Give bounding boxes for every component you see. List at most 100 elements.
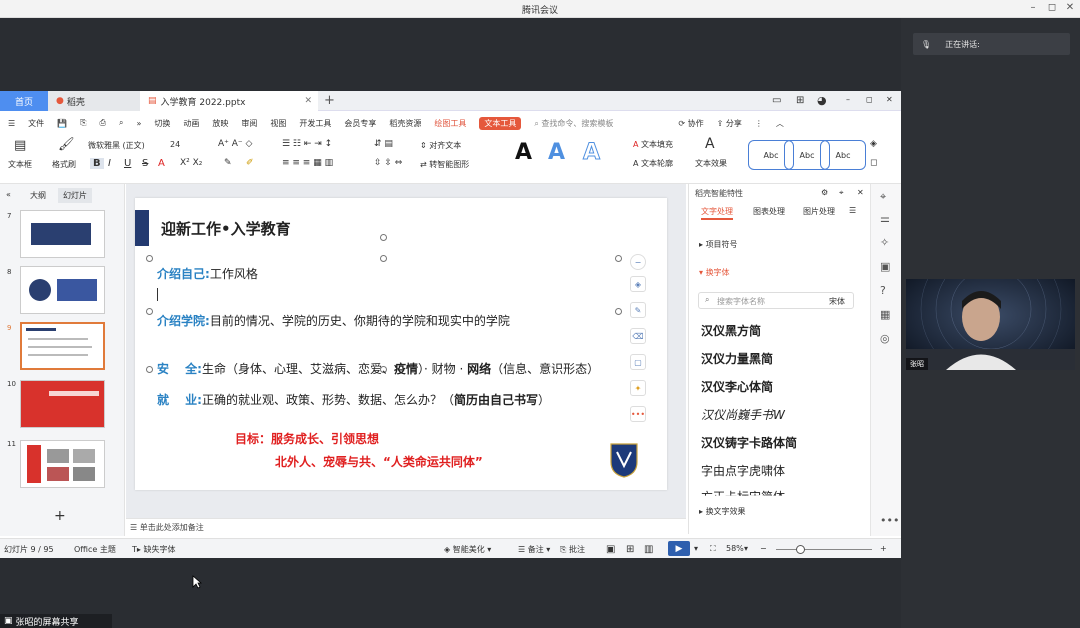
menu-slideshow[interactable]: 放映 <box>212 118 228 129</box>
participant-video[interactable]: 张昭 <box>906 279 1075 370</box>
tab-home[interactable]: 首页 <box>0 91 48 111</box>
sidebar-sliders-icon[interactable]: ⚌ <box>880 212 890 225</box>
pane-menu-icon[interactable]: ☰ <box>849 206 856 215</box>
minimize-icon[interactable]: – <box>1026 2 1040 13</box>
resize-handle[interactable] <box>146 366 153 373</box>
wps-restore-icon[interactable]: ◻ <box>866 95 873 104</box>
resize-handle[interactable] <box>146 308 153 315</box>
highlight-icon[interactable]: ✎ <box>224 158 232 168</box>
align-text-button[interactable]: ⇕ 对齐文本 <box>420 140 461 151</box>
menu-member[interactable]: 会员专享 <box>344 118 376 129</box>
bold-button[interactable]: B <box>90 158 104 169</box>
eraser-icon[interactable]: ⌫ <box>630 328 646 344</box>
grow-font-icon[interactable]: A⁺ A⁻ ◇ <box>218 139 252 149</box>
save-icon[interactable]: 💾 <box>57 119 67 128</box>
current-slide[interactable]: 迎新工作•入学教育 介绍自己:工作风格 介绍学院:目前的情况、学院的历史、你期待… <box>135 198 667 490</box>
preview-icon[interactable]: ⌕ <box>119 118 123 128</box>
spacing-icons[interactable]: ⇳ ⇳ ⇔ <box>374 158 402 168</box>
pane-pin-icon[interactable]: ⌖ <box>839 188 844 198</box>
text-effect-section[interactable]: ▸ 换文字效果 <box>699 506 746 517</box>
collapse-icon[interactable]: « <box>6 190 11 199</box>
slide-thumbnail[interactable] <box>20 380 105 428</box>
text-highlight-icon[interactable]: ✐ <box>246 158 254 168</box>
font-size-select[interactable]: 24 <box>170 140 180 149</box>
resize-handle[interactable] <box>615 255 622 262</box>
pen-icon[interactable]: ✎ <box>630 302 646 318</box>
zoom-level[interactable]: 58% <box>726 544 744 553</box>
resize-handle[interactable] <box>380 255 387 262</box>
zoom-slider[interactable] <box>776 549 872 550</box>
resize-handle[interactable] <box>615 308 622 315</box>
font-name-select[interactable]: 微软雅黑 (正文) <box>88 140 158 151</box>
new-tab-button[interactable]: + <box>324 93 335 108</box>
replace-font-section[interactable]: ▾ 换字体 <box>699 267 730 278</box>
tab-chart-processing[interactable]: 图表处理 <box>753 206 785 217</box>
slide-thumbnail[interactable] <box>20 440 105 488</box>
sidebar-help-icon[interactable]: ? <box>880 284 886 297</box>
sidebar-location-icon[interactable]: ◎ <box>880 332 890 345</box>
export-icon[interactable]: ⎘ <box>80 118 86 128</box>
avatar[interactable]: ◕ <box>817 94 827 107</box>
list-icons[interactable]: ☰ ☷ ⇤ ⇥ ↕ <box>282 139 332 149</box>
sorter-view-icon[interactable]: ⊞ <box>626 544 634 555</box>
more-options-icon[interactable]: ⋮ <box>755 119 763 128</box>
font-option[interactable]: 汉仪黑方简 <box>701 322 761 339</box>
print-icon[interactable]: ⎙ <box>100 118 106 128</box>
close-icon[interactable]: ✕ <box>1063 2 1077 13</box>
sidebar-magic-icon[interactable]: ✧ <box>880 236 889 249</box>
missing-font-button[interactable]: T▸ 缺失字体 <box>132 544 175 555</box>
slide-thumbnail[interactable] <box>20 210 105 258</box>
maximize-icon[interactable]: ◻ <box>1045 2 1059 13</box>
superscript-button[interactable]: X² X₂ <box>180 158 202 168</box>
reading-view-icon[interactable]: ▥ <box>644 544 653 555</box>
menu-file[interactable]: 文件 <box>28 118 44 129</box>
sidebar-more-icon[interactable]: ••• <box>880 514 899 527</box>
fill-icon[interactable]: ◈ <box>870 139 877 149</box>
format-painter-button[interactable]: 格式刷 <box>52 159 76 170</box>
font-option[interactable]: 汉仪力量黑简 <box>701 350 773 367</box>
text-direction-icon[interactable]: ⇵ ▤ <box>374 139 393 149</box>
wps-minimize-icon[interactable]: – <box>846 95 850 104</box>
textbox-icon[interactable]: ▤ <box>14 138 26 153</box>
zoom-in-button[interactable]: + <box>880 544 887 553</box>
sidebar-layout-icon[interactable]: ▦ <box>880 308 890 321</box>
comments-button[interactable]: ⎘ 批注 <box>560 544 585 555</box>
tab-slides[interactable]: 幻灯片 <box>58 188 92 203</box>
underline-button[interactable]: U <box>124 158 131 169</box>
font-option[interactable]: 方正卡标宋简体 <box>701 488 785 496</box>
menu-drawing-tools[interactable]: 绘图工具 <box>434 118 466 129</box>
normal-view-icon[interactable]: ▣ <box>606 544 615 555</box>
smart-shape-button[interactable]: ⇄ 转智能图形 <box>420 159 469 170</box>
pane-settings-icon[interactable]: ⚙ <box>821 188 828 197</box>
menu-daoke-resources[interactable]: 稻壳资源 <box>389 118 421 129</box>
font-option[interactable]: 字由点字虎啸体 <box>701 462 785 479</box>
apps-grid-icon[interactable]: ⊞ <box>796 95 804 106</box>
bullet-section[interactable]: ▸ 项目符号 <box>699 239 738 250</box>
layers-icon[interactable]: ◈ <box>630 276 646 292</box>
zoom-slider-thumb[interactable] <box>796 545 805 554</box>
text-outline-button[interactable]: A 文本轮廓 <box>633 158 673 169</box>
menu-view[interactable]: 视图 <box>270 118 286 129</box>
lightbulb-icon[interactable]: ✦ <box>630 380 646 396</box>
notes-button[interactable]: ☰ 备注 ▾ <box>518 544 550 555</box>
share-button[interactable]: ⇪ 分享 <box>717 118 742 129</box>
outline-icon[interactable]: ◻ <box>870 158 877 168</box>
layout-icon[interactable]: ▭ <box>772 95 781 106</box>
text-effect-icon[interactable]: A <box>705 136 715 152</box>
pane-close-icon[interactable]: ✕ <box>857 188 864 197</box>
menu-icon[interactable]: ☰ <box>8 119 15 128</box>
slide-thumbnail-selected[interactable] <box>20 322 105 370</box>
font-option[interactable]: 汉仪尚巍手书W <box>701 406 785 423</box>
text-style-blue[interactable]: A <box>548 140 565 165</box>
textbox-button[interactable]: 文本框 <box>8 159 32 170</box>
menu-review[interactable]: 审阅 <box>241 118 257 129</box>
format-painter-icon[interactable]: 🖌 <box>58 137 75 152</box>
resize-handle[interactable] <box>146 255 153 262</box>
menu-animation[interactable]: 动画 <box>183 118 199 129</box>
align-icons[interactable]: ≡ ≡ ≡ ▦ ▥ <box>282 158 333 168</box>
font-search-input[interactable]: ⌕ 搜索字体名称 宋体 <box>698 292 854 309</box>
tab-image-processing[interactable]: 图片处理 <box>803 206 835 217</box>
sidebar-select-icon[interactable]: ⌖ <box>880 190 886 204</box>
text-style-black[interactable]: A <box>515 140 532 165</box>
tab-text-processing[interactable]: 文字处理 <box>701 206 733 220</box>
